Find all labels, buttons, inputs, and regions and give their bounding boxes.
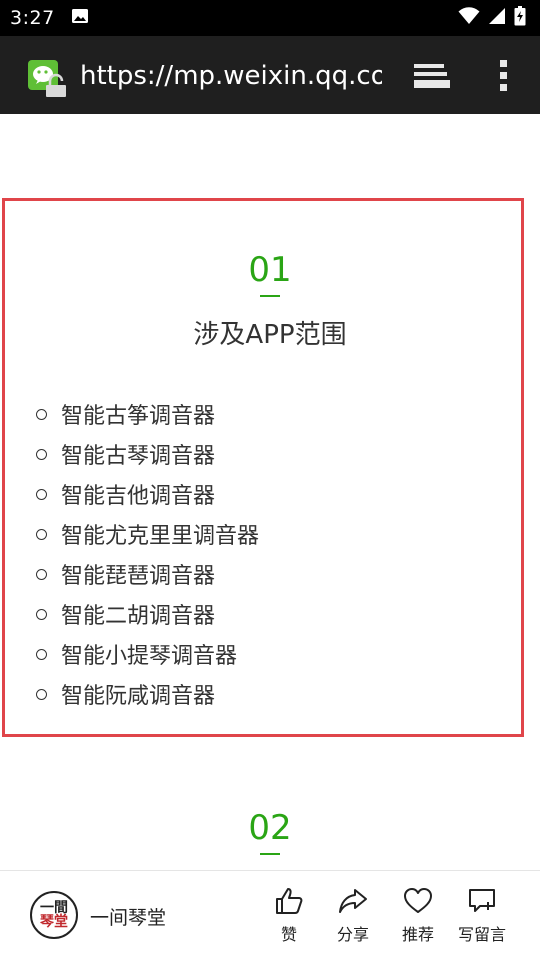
battery-charging-icon xyxy=(514,6,526,30)
section-number-01: 01 xyxy=(248,250,292,290)
thumbs-up-icon xyxy=(276,888,303,914)
heart-icon xyxy=(404,888,432,913)
list-item: 智能小提琴调音器 xyxy=(36,634,259,674)
more-vert-icon[interactable] xyxy=(496,56,512,96)
account-name[interactable]: 一间琴堂 xyxy=(90,903,166,930)
status-bar: 3:27 xyxy=(0,0,540,36)
list-item: 智能琵琶调音器 xyxy=(36,554,259,594)
status-time: 3:27 xyxy=(10,7,55,29)
bottom-action-bar: 一間 琴堂 一间琴堂 赞 分享 推荐 写留言 xyxy=(0,870,540,960)
browser-toolbar: https://mp.weixin.qq.com xyxy=(0,36,540,114)
app-list: 智能古筝调音器 智能古琴调音器 智能吉他调音器 智能尤克里里调音器 智能琵琶调音… xyxy=(36,394,259,714)
list-item: 智能二胡调音器 xyxy=(36,594,259,634)
list-item: 智能阮咸调音器 xyxy=(36,674,259,714)
article-content[interactable]: 01 涉及APP范围 智能古筝调音器 智能古琴调音器 智能吉他调音器 智能尤克里… xyxy=(0,114,540,870)
tabs-icon[interactable] xyxy=(412,60,452,92)
share-button[interactable]: 分享 xyxy=(321,885,385,951)
url-field[interactable]: https://mp.weixin.qq.com xyxy=(80,58,382,94)
signal-icon xyxy=(488,7,506,29)
wifi-icon xyxy=(458,7,480,29)
recommend-button[interactable]: 推荐 xyxy=(386,885,450,951)
list-item: 智能吉他调音器 xyxy=(36,474,259,514)
list-item: 智能尤克里里调音器 xyxy=(36,514,259,554)
list-item: 智能古筝调音器 xyxy=(36,394,259,434)
section-underline xyxy=(260,853,280,855)
section-number-02: 02 xyxy=(248,808,292,848)
bullet-icon xyxy=(36,488,47,500)
wechat-icon[interactable] xyxy=(28,60,70,98)
section-underline xyxy=(260,295,280,297)
bullet-icon xyxy=(36,568,47,580)
comment-add-icon xyxy=(469,889,495,912)
bullet-icon xyxy=(36,688,47,700)
avatar[interactable]: 一間 琴堂 xyxy=(30,891,78,939)
bullet-icon xyxy=(36,528,47,540)
bullet-icon xyxy=(36,448,47,460)
bullet-icon xyxy=(36,608,47,620)
comment-button[interactable]: 写留言 xyxy=(450,885,514,951)
bullet-icon xyxy=(36,648,47,660)
list-item: 智能古琴调音器 xyxy=(36,434,259,474)
bullet-icon xyxy=(36,408,47,420)
like-button[interactable]: 赞 xyxy=(257,885,321,951)
share-icon xyxy=(339,889,367,913)
section-title: 涉及APP范围 xyxy=(193,320,347,350)
image-notification-icon xyxy=(71,7,89,29)
